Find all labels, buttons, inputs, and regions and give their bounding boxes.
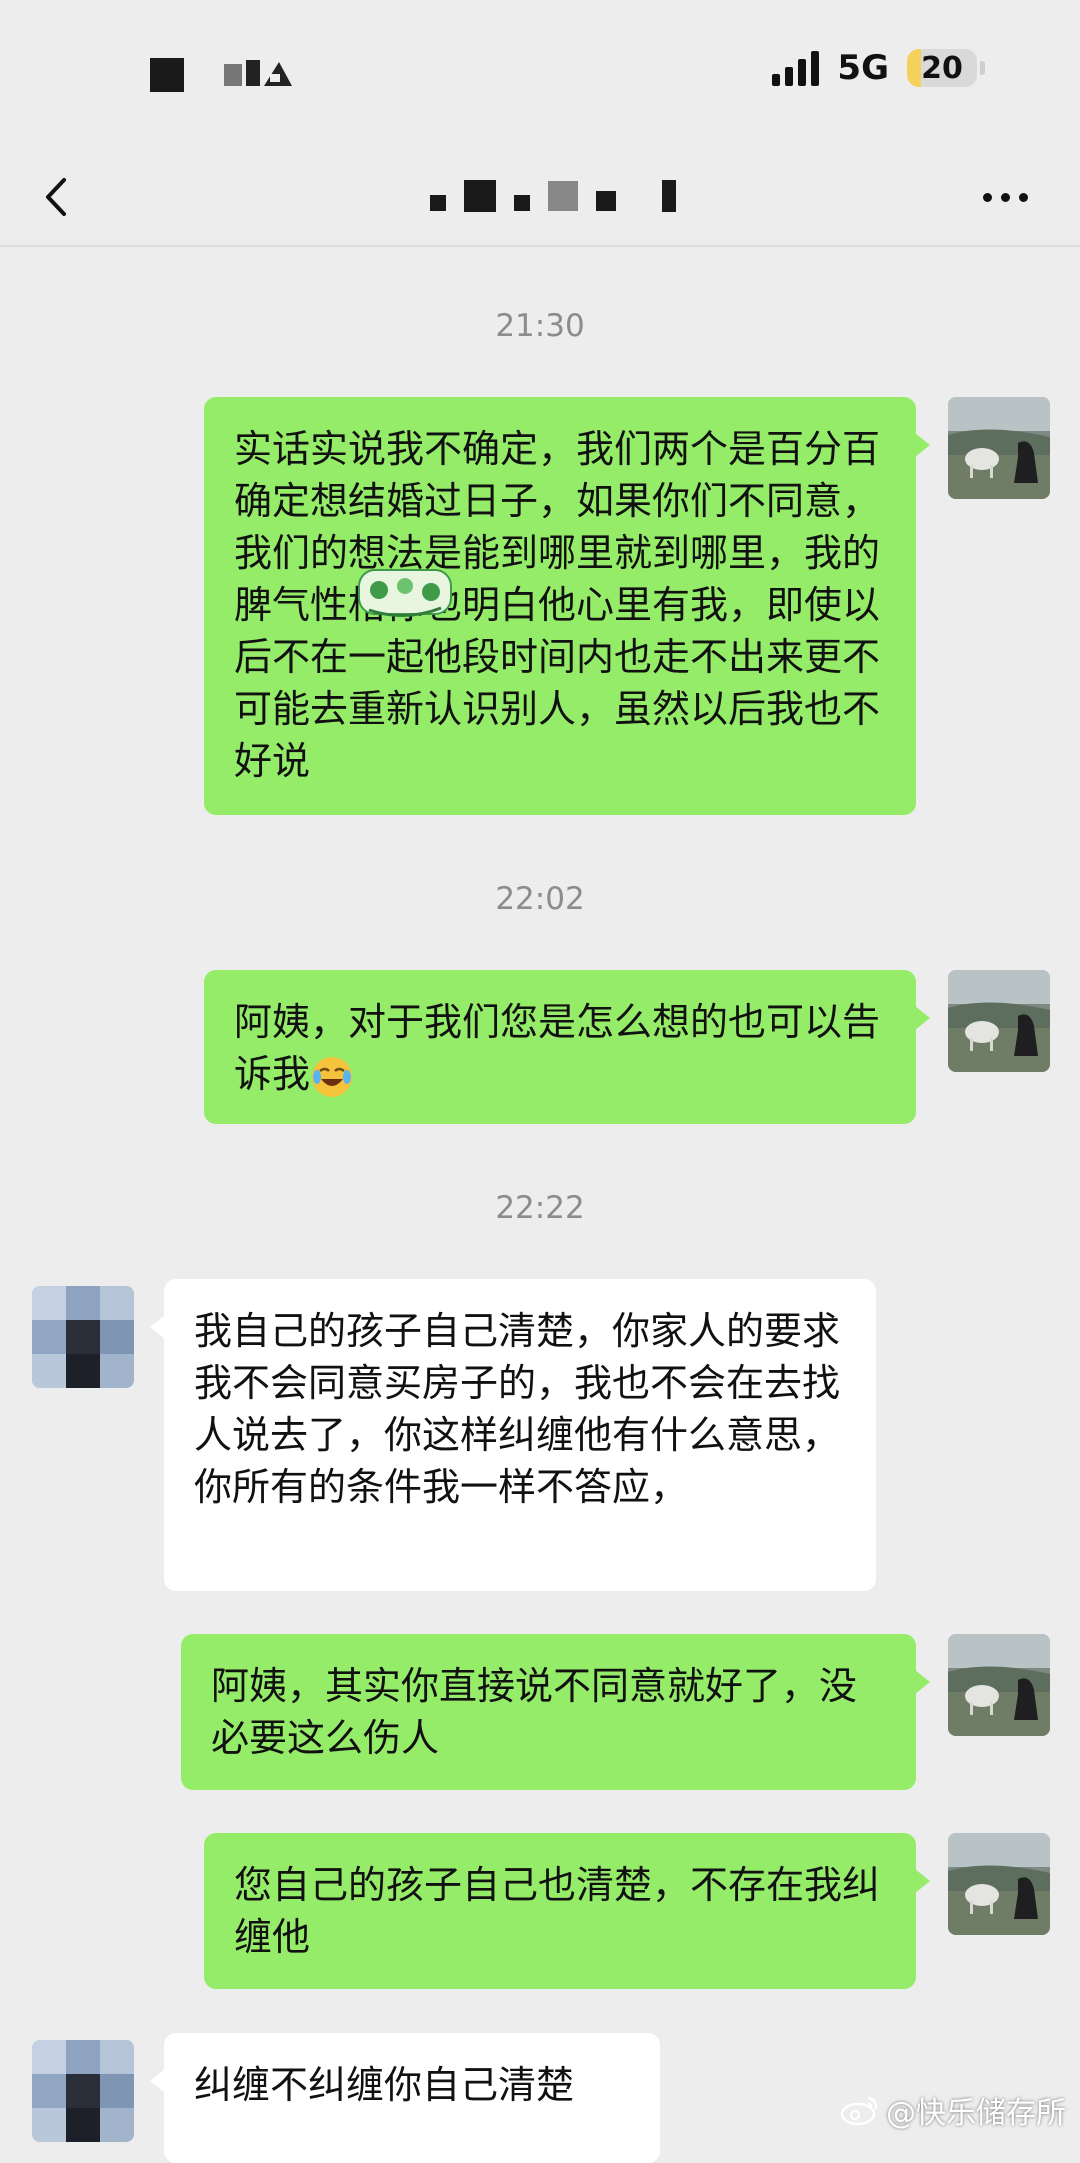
avatar[interactable] (948, 397, 1050, 499)
sticker-overlay (358, 569, 452, 618)
signal-icon (772, 50, 820, 86)
avatar-pixelated (32, 1286, 134, 1388)
chat-header (0, 150, 1080, 247)
timestamp: 21:30 (495, 308, 585, 344)
avatar[interactable] (948, 970, 1050, 1072)
message-bubble-sent[interactable]: 您自己的孩子自己也清楚，不存在我纠缠他 (204, 1833, 930, 1989)
battery-icon: 20 (907, 49, 977, 87)
message-text: 我自己的孩子自己清楚，你家人的要求我不会同意买房子的，我也不会在去找人说去了，你… (194, 1309, 841, 1509)
message-bubble-sent[interactable]: 阿姨，其实你直接说不同意就好了，没必要这么伤人 (181, 1634, 930, 1790)
battery-percent: 20 (921, 50, 963, 86)
avatar-image (948, 970, 1050, 1072)
avatar-image (948, 397, 1050, 499)
timestamp: 22:02 (495, 881, 585, 917)
contact-name-obscured (430, 180, 676, 212)
weibo-icon (840, 2096, 878, 2126)
battery-level (907, 49, 921, 87)
status-left-obscured (150, 58, 294, 92)
avatar[interactable] (948, 1634, 1050, 1736)
status-bar: 5G 20 (0, 0, 1080, 150)
message-text: 您自己的孩子自己也清楚，不存在我纠缠他 (234, 1863, 881, 1959)
network-type: 5G (837, 48, 889, 88)
message-text: 实话实说我不确定，我们两个是百分百确定想结婚过日子，如果你们不同意，我们的想法是… (234, 427, 881, 783)
message-bubble-received[interactable]: 我自己的孩子自己清楚，你家人的要求我不会同意买房子的，我也不会在去找人说去了，你… (150, 1279, 876, 1591)
back-icon[interactable] (38, 172, 78, 222)
pixelated-carrier-icon (224, 60, 292, 86)
avatar-pixelated (32, 2040, 134, 2142)
avatar[interactable] (32, 2040, 134, 2142)
avatar[interactable] (948, 1833, 1050, 1935)
avatar[interactable] (32, 1286, 134, 1388)
message-text: 阿姨，其实你直接说不同意就好了，没必要这么伤人 (211, 1664, 858, 1760)
crying-laughing-emoji-icon (312, 1056, 353, 1097)
status-right: 5G 20 (772, 48, 985, 88)
message-bubble-sent[interactable]: 阿姨，对于我们您是怎么想的也可以告诉我 (204, 970, 930, 1124)
avatar-image (948, 1634, 1050, 1736)
avatar-image (948, 1833, 1050, 1935)
more-icon[interactable] (975, 172, 1035, 222)
watermark-text: @快乐储存所 (886, 2096, 1066, 2131)
message-text: 纠缠不纠缠你自己清楚 (194, 2063, 575, 2107)
watermark: @快乐储存所 (840, 2088, 1066, 2132)
timestamp: 22:22 (495, 1190, 585, 1226)
pixelated-block (150, 58, 184, 92)
message-bubble-sent[interactable]: 实话实说我不确定，我们两个是百分百确定想结婚过日子，如果你们不同意，我们的想法是… (204, 397, 930, 815)
